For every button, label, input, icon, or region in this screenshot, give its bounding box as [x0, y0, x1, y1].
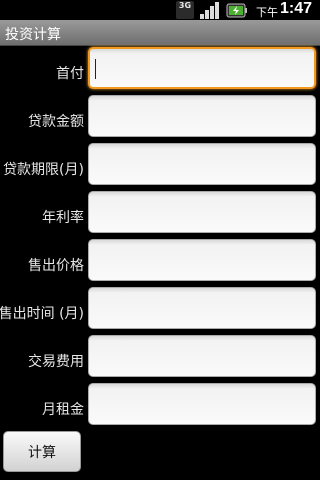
sale-time-input[interactable] — [95, 294, 307, 322]
transaction-fee-input[interactable] — [95, 342, 307, 370]
signal-strength-icon — [200, 2, 219, 19]
loan-term-label: 贷款期限(月) — [3, 162, 84, 178]
sale-time-label: 售出时间 (月) — [0, 306, 84, 322]
sale-time-field[interactable] — [88, 287, 316, 329]
loan-term-input[interactable] — [95, 150, 307, 178]
calculate-button[interactable]: 计算 — [3, 431, 81, 472]
text-cursor — [95, 59, 96, 79]
down-payment-input[interactable] — [96, 55, 308, 83]
transaction-fee-field[interactable] — [88, 335, 316, 377]
network-3g-icon: 3G — [176, 1, 194, 19]
monthly-rent-label: 月租金 — [42, 402, 84, 418]
transaction-fee-label: 交易费用 — [28, 354, 84, 370]
monthly-rent-field[interactable] — [88, 383, 316, 425]
app-title: 投资计算 — [5, 27, 61, 43]
status-ampm: 下午 — [256, 6, 278, 19]
annual-rate-field[interactable] — [88, 191, 316, 233]
loan-amount-field[interactable] — [88, 95, 316, 137]
status-bar: 3G 下午 1:47 — [0, 0, 320, 20]
sale-price-label: 售出价格 — [28, 258, 84, 274]
monthly-rent-input[interactable] — [95, 390, 307, 418]
annual-rate-label: 年利率 — [42, 210, 84, 226]
title-bar: 投资计算 — [0, 20, 320, 46]
loan-amount-input[interactable] — [95, 102, 307, 130]
annual-rate-input[interactable] — [95, 198, 307, 226]
loan-term-field[interactable] — [88, 143, 316, 185]
down-payment-field[interactable] — [88, 47, 316, 89]
loan-amount-label: 贷款金额 — [28, 114, 84, 130]
status-time: 1:47 — [280, 0, 313, 17]
sale-price-input[interactable] — [95, 246, 307, 274]
battery-charging-icon — [226, 3, 247, 18]
sale-price-field[interactable] — [88, 239, 316, 281]
down-payment-label: 首付 — [56, 66, 84, 82]
